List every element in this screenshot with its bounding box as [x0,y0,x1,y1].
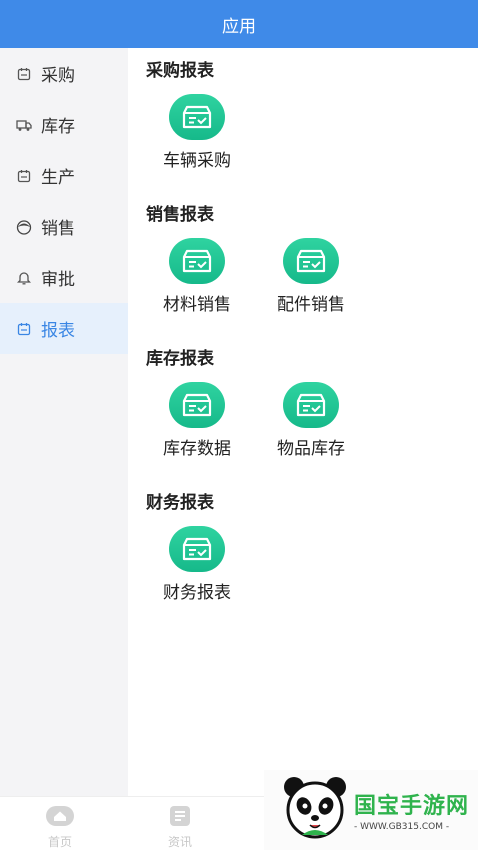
news-icon [169,805,191,831]
tab-label: 资讯 [167,835,192,849]
section-title: 库存报表 [146,349,214,369]
report-icon [283,382,339,428]
watermark: 国宝手游网 - WWW.GB315.COM - [264,770,478,850]
sidebar-item-sales[interactable]: 销售 [0,201,128,252]
tab-news[interactable]: 资讯 [145,797,215,850]
report-icon [169,94,225,140]
app-header: 应用 [0,0,478,48]
app-material-sales[interactable]: 材料销售 [142,232,252,336]
section-title: 采购报表 [146,61,214,81]
sidebar-item-approval[interactable]: 审批 [0,252,128,303]
report-icon [283,238,339,284]
sidebar-item-inventory[interactable]: 库存 [0,99,128,150]
home-icon [45,805,75,831]
watermark-url: - WWW.GB315.COM - [354,822,450,832]
app-parts-sales[interactable]: 配件销售 [252,232,370,336]
section-title: 财务报表 [146,493,214,513]
app-label: 库存数据 [163,439,231,459]
calendar-icon [16,168,32,184]
truck-icon [16,117,32,133]
tab-label: 首页 [47,835,72,849]
sidebar-item-label: 审批 [41,270,75,290]
section-inventory-reports: 库存报表 库存数据 物品库存 [146,344,478,480]
tab-home[interactable]: 首页 [25,797,95,850]
app-inventory-data[interactable]: 库存数据 [142,376,252,480]
app-finance-report[interactable]: 财务报表 [142,520,252,624]
bell-icon [16,270,32,286]
report-content: 采购报表 车辆采购 销售报表 材料销售 配件销售 库存报表 库存数据 物品库存 … [128,48,478,796]
sidebar-item-label: 库存 [41,117,75,137]
report-icon [169,526,225,572]
calendar-icon [16,321,32,337]
panda-logo [282,775,348,845]
page-title: 应用 [222,16,256,37]
sidebar-item-reports[interactable]: 报表 [0,303,128,354]
app-item-inventory[interactable]: 物品库存 [252,376,370,480]
sidebar-item-label: 销售 [41,219,75,239]
sidebar-item-label: 生产 [41,168,75,188]
report-icon [169,382,225,428]
watermark-name: 国宝手游网 [354,794,470,819]
section-purchase-reports: 采购报表 车辆采购 [146,56,478,192]
section-sales-reports: 销售报表 材料销售 配件销售 [146,200,478,336]
sidebar: 采购 库存 生产 销售 审批 报表 [0,48,128,796]
section-title: 销售报表 [146,205,214,225]
report-icon [169,238,225,284]
app-label: 车辆采购 [163,151,231,171]
calendar-icon [16,66,32,82]
sidebar-item-label: 采购 [41,66,75,86]
section-finance-reports: 财务报表 财务报表 [146,488,478,624]
person-icon [16,219,32,235]
app-label: 材料销售 [163,295,231,315]
sidebar-item-purchase[interactable]: 采购 [0,48,128,99]
app-vehicle-purchase[interactable]: 车辆采购 [142,88,252,192]
app-label: 财务报表 [163,583,231,603]
app-label: 物品库存 [277,439,345,459]
app-label: 配件销售 [277,295,345,315]
sidebar-item-production[interactable]: 生产 [0,150,128,201]
sidebar-item-label: 报表 [41,321,75,341]
